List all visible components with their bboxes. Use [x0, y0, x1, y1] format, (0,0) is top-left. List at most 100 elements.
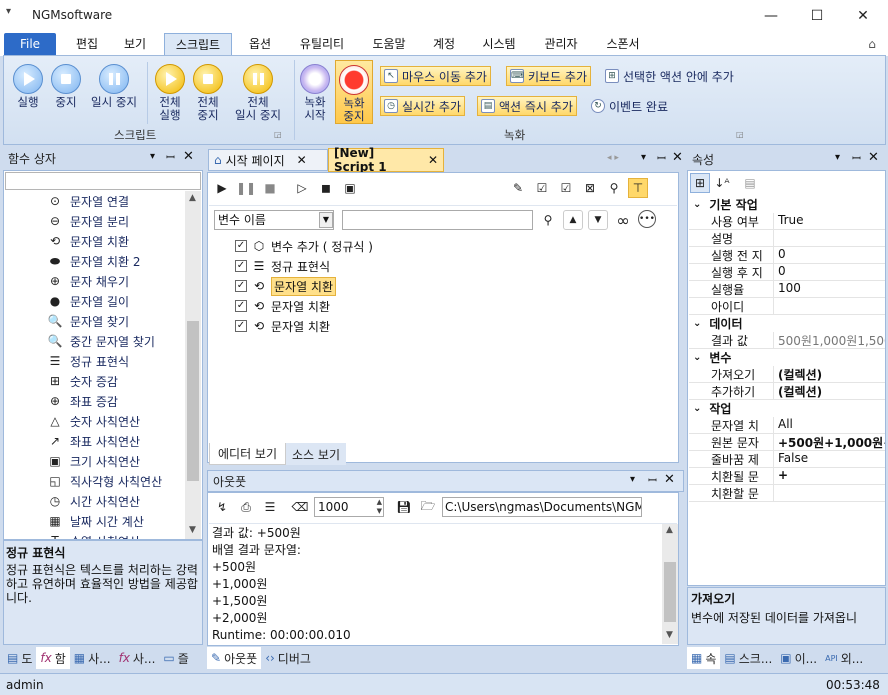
function-list-item[interactable]: ◷ 시간 사칙연산 [5, 491, 185, 511]
property-value[interactable]: 100 [773, 281, 885, 297]
function-list-item[interactable]: 🔍 중간 문자열 찾기 [5, 331, 185, 351]
edit-icon[interactable]: ✎ [508, 178, 528, 198]
search-icon[interactable]: ⚲ [604, 178, 624, 198]
function-list-item[interactable]: ● 문자열 길이 [5, 291, 185, 311]
function-list-item[interactable]: ▦ 날짜 시간 계산 [5, 511, 185, 531]
categorized-icon[interactable]: ⊞ [690, 173, 710, 193]
dialog-launcher-icon[interactable]: ◲ [274, 130, 282, 139]
properties-close-icon[interactable]: ✕ [868, 150, 879, 165]
pause-icon[interactable]: ❚❚ [236, 178, 256, 198]
line-limit-stepper[interactable]: 1000 ▲ ▼ [314, 497, 384, 517]
tab-external[interactable]: API 외... [821, 647, 867, 669]
function-list-item[interactable]: ◱ 직사각형 사칙연산 [5, 471, 185, 491]
system-menu-icon[interactable]: ▾ [6, 6, 11, 17]
menu-file[interactable]: File [4, 33, 56, 55]
variable-name-select[interactable]: 변수 이름 ▼ [214, 210, 334, 230]
menu-admin[interactable]: 관리자 [536, 33, 586, 55]
property-row[interactable]: 실행 전 지 0 [689, 247, 885, 264]
function-list-item[interactable]: ⊙ 문자열 연결 [5, 191, 185, 211]
collapse-icon[interactable]: ⌄ [693, 403, 701, 414]
word-wrap-icon[interactable]: ☰ [260, 497, 280, 517]
menu-system[interactable]: 시스템 [474, 33, 524, 55]
tab-close-icon[interactable]: ✕ [297, 153, 307, 167]
collapse-icon[interactable]: ⌄ [693, 318, 701, 329]
menu-help[interactable]: 도움말 [362, 33, 416, 55]
tab-script-1[interactable]: [New] Script 1 ✕ [328, 146, 444, 174]
function-list-item[interactable]: ↗ 좌표 사칙연산 [5, 431, 185, 451]
action-tree-item[interactable]: ✓ ⟲ 문자열 치환 [235, 316, 535, 336]
property-row[interactable]: 치환될 문 + [689, 468, 885, 485]
stop-button[interactable]: 중지 [48, 64, 84, 109]
menu-view[interactable]: 보기 [114, 33, 156, 55]
infinity-icon[interactable]: ∞ [613, 210, 633, 230]
action-tree-item[interactable]: ✓ ⟲ 문자열 치환 [235, 296, 535, 316]
property-value[interactable] [773, 485, 885, 501]
property-value[interactable]: +500원+1,000원+1,5 [773, 434, 885, 450]
menu-options[interactable]: 옵션 [240, 33, 280, 55]
tree-view-icon[interactable]: ⊤ [628, 178, 648, 198]
function-list-item[interactable]: T 수열 사칙연산 [5, 531, 185, 539]
function-list-item[interactable]: ⬬ 문자열 치환 2 [5, 251, 185, 271]
delete-icon[interactable]: ⊠ [580, 178, 600, 198]
run-selected-icon[interactable]: ◼ [316, 178, 336, 198]
property-section[interactable]: ⌄ 데이터 [689, 315, 885, 332]
panel-menu-icon[interactable]: ▾ [630, 474, 635, 485]
stop-all-button[interactable]: 전체 중지 [190, 64, 226, 122]
checkbox[interactable]: ✓ [235, 320, 247, 332]
output-scrollbar[interactable]: ▲ ▼ [662, 524, 678, 644]
tab-favorites[interactable]: ▭ 즐 [159, 647, 192, 669]
function-list-scrollbar[interactable]: ▲ ▼ [185, 191, 201, 539]
property-value[interactable]: (컬렉션) [773, 366, 885, 382]
function-list-item[interactable]: ⊞ 숫자 증감 [5, 371, 185, 391]
property-row[interactable]: 추가하기 (컬렉션) [689, 383, 885, 400]
variable-search-input[interactable] [342, 210, 533, 230]
tab-start-page[interactable]: ⌂ 시작 페이지 ✕ [208, 149, 328, 171]
property-pages-icon[interactable]: ▤ [740, 173, 760, 193]
action-tree-item[interactable]: ✓ ⟲ 문자열 치환 [235, 276, 535, 296]
action-tree-item[interactable]: ✓ ☰ 정규 표현식 [235, 256, 535, 276]
property-row[interactable]: 아이디 [689, 298, 885, 315]
arrow-up-icon[interactable]: ▲ [563, 210, 583, 230]
checkbox[interactable]: ✓ [235, 300, 247, 312]
arrow-down-icon[interactable]: ▼ [588, 210, 608, 230]
property-value[interactable]: True [773, 213, 885, 229]
maximize-button[interactable]: ☐ [794, 0, 840, 32]
property-value[interactable] [773, 230, 885, 246]
property-section[interactable]: ⌄ 기본 작업 [689, 196, 885, 213]
property-row[interactable]: 실행율 100 [689, 281, 885, 298]
tab-scroll-left-icon[interactable]: ◂ ▸ [607, 153, 619, 163]
pause-button[interactable]: 일시 중지 [86, 64, 142, 109]
tab-image[interactable]: ▣ 이... [776, 647, 821, 669]
pin-icon[interactable]: ꟷ [852, 151, 861, 166]
menu-utility[interactable]: 유틸리티 [290, 33, 354, 55]
record-stop-button[interactable]: 녹화 중지 [335, 60, 373, 124]
panel-menu-icon[interactable]: ▾ [835, 152, 840, 163]
property-value[interactable]: False [773, 451, 885, 467]
add-inside-selected-button[interactable]: ⊞ 선택한 액션 안에 추가 [602, 66, 737, 86]
tab-script-explorer[interactable]: ▤ 스크... [720, 647, 776, 669]
pin-icon[interactable]: ꟷ [657, 151, 666, 166]
property-value[interactable]: 0 [773, 247, 885, 263]
action-tree-item[interactable]: ✓ ⬡ 변수 추가 ( 정규식 ) [235, 236, 535, 256]
function-list-item[interactable]: ⟲ 문자열 치환 [5, 231, 185, 251]
tab-debug[interactable]: ‹› 디버그 [261, 647, 315, 669]
function-list-item[interactable]: ⊕ 문자 채우기 [5, 271, 185, 291]
property-section[interactable]: ⌄ 작업 [689, 400, 885, 417]
tab-user[interactable]: ▦ 사... [70, 647, 115, 669]
function-list-item[interactable]: ⊕ 좌표 증감 [5, 391, 185, 411]
more-icon[interactable]: ••• [638, 210, 656, 228]
function-list-item[interactable]: ⊖ 문자열 분리 [5, 211, 185, 231]
collapse-icon[interactable]: ⌄ [693, 199, 701, 210]
record-start-button[interactable]: 녹화 시작 [297, 64, 333, 122]
menu-script[interactable]: 스크립트 [164, 33, 232, 55]
pin-icon[interactable]: ꟷ [166, 150, 175, 165]
step-run-icon[interactable]: ▷ [292, 178, 312, 198]
tab-user-function[interactable]: fx 사... [115, 647, 160, 669]
sort-alpha-icon[interactable]: ↓ᴬ [712, 173, 732, 193]
event-complete-button[interactable]: ↻ 이벤트 완료 [588, 96, 671, 116]
checkbox[interactable]: ✓ [235, 240, 247, 252]
property-row[interactable]: 결과 값 500원1,000원1,500원2 [689, 332, 885, 349]
pause-all-button[interactable]: 전체 일시 중지 [228, 64, 288, 122]
property-value[interactable]: (컬렉션) [773, 383, 885, 399]
tab-close-icon[interactable]: ✕ [428, 153, 438, 167]
